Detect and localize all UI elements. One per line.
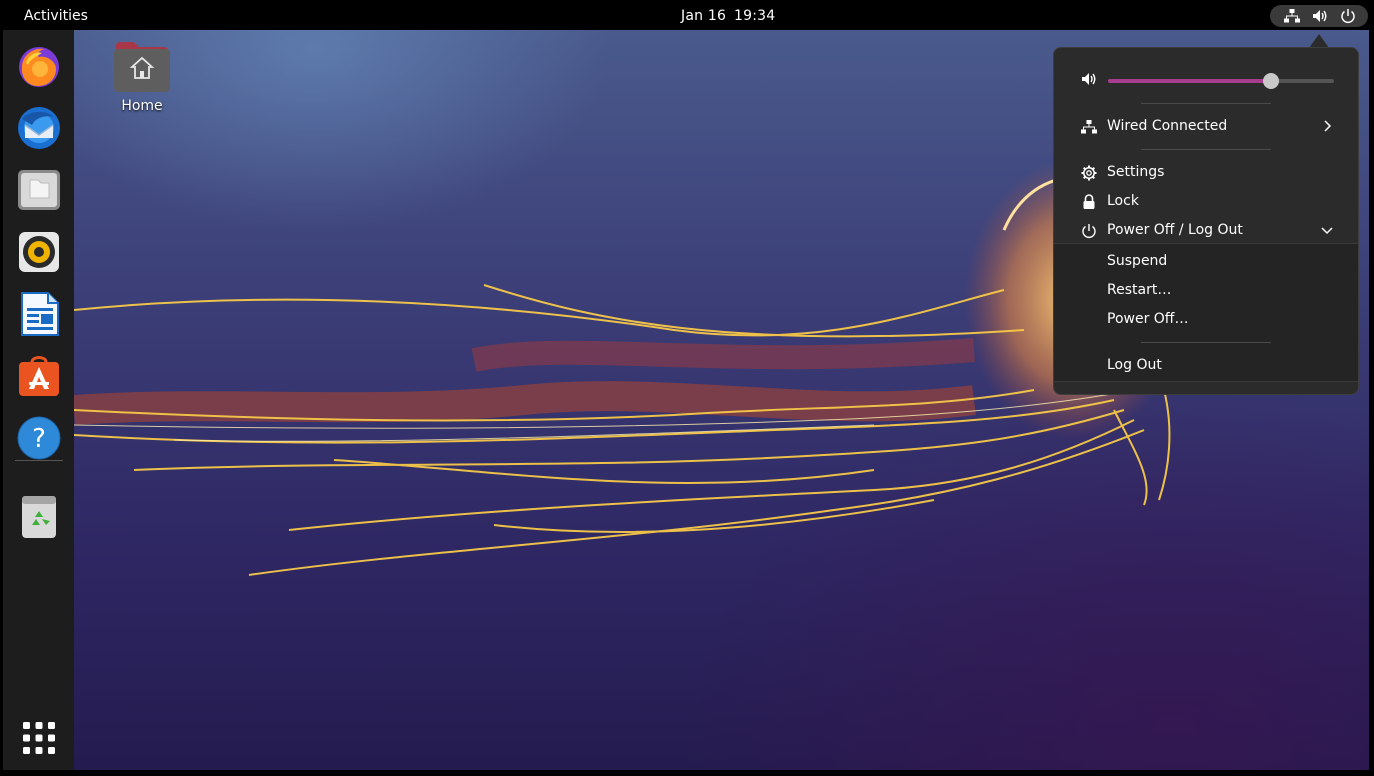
- volume-slider[interactable]: [1108, 73, 1334, 89]
- suspend-item[interactable]: Suspend: [1054, 248, 1358, 276]
- firefox-icon: [19, 47, 59, 87]
- restart-item[interactable]: Restart…: [1054, 277, 1358, 305]
- power-submenu: Suspend Restart… Power Off… Log Out: [1054, 243, 1358, 382]
- clock-date: Jan 16: [681, 8, 727, 24]
- svg-text:?: ?: [32, 424, 46, 454]
- thunderbird-icon: [18, 107, 60, 149]
- wired-connected-item[interactable]: Wired Connected: [1054, 113, 1358, 141]
- log-out-item[interactable]: Log Out: [1054, 352, 1358, 380]
- menu-separator: [1141, 103, 1271, 104]
- volume-icon: [1082, 73, 1096, 85]
- dock: ?: [3, 30, 74, 770]
- network-wired-icon: [1284, 9, 1300, 23]
- lock-label: Lock: [1107, 193, 1139, 209]
- menu-separator: [1141, 342, 1271, 343]
- rhythmbox-launcher[interactable]: [15, 228, 63, 276]
- power-icon: [1341, 9, 1355, 24]
- power-icon: [1082, 224, 1096, 238]
- system-tray[interactable]: [1270, 5, 1368, 27]
- menu-separator: [1141, 149, 1271, 150]
- files-launcher[interactable]: [15, 166, 63, 214]
- home-folder-icon: [114, 40, 170, 92]
- software-icon: [19, 356, 59, 396]
- volume-slider-handle[interactable]: [1262, 73, 1279, 89]
- gear-icon: [1081, 165, 1097, 181]
- power-off-item[interactable]: Power Off…: [1054, 306, 1358, 334]
- clock[interactable]: Jan 16 19:34: [681, 8, 775, 24]
- software-launcher[interactable]: [15, 352, 63, 400]
- thunderbird-launcher[interactable]: [15, 104, 63, 152]
- files-icon: [18, 170, 60, 210]
- menu-pointer: [1309, 34, 1329, 48]
- trash-launcher[interactable]: [15, 492, 63, 540]
- restart-label: Restart…: [1107, 282, 1172, 298]
- apps-grid-icon: [23, 722, 55, 754]
- volume-icon: [1313, 10, 1327, 22]
- power-off-log-out-label: Power Off / Log Out: [1107, 222, 1243, 238]
- screen: Home ? Activities Jan 16 19:34 Wired Con…: [3, 3, 1369, 770]
- home-folder-shortcut[interactable]: Home: [107, 40, 177, 114]
- firefox-launcher[interactable]: [15, 42, 63, 90]
- top-bar: Activities Jan 16 19:34: [3, 3, 1369, 30]
- help-launcher[interactable]: ?: [15, 414, 63, 462]
- activities-button[interactable]: Activities: [24, 8, 88, 24]
- show-applications-button[interactable]: [21, 720, 57, 756]
- writer-icon: [21, 292, 59, 336]
- power-off-log-out-item[interactable]: Power Off / Log Out: [1054, 217, 1358, 245]
- chevron-right-icon: [1324, 120, 1332, 132]
- settings-item[interactable]: Settings: [1054, 159, 1358, 187]
- settings-label: Settings: [1107, 164, 1165, 180]
- rhythmbox-icon: [19, 232, 59, 272]
- trash-icon: [22, 496, 56, 538]
- lock-item[interactable]: Lock: [1054, 188, 1358, 216]
- clock-time: 19:34: [734, 8, 776, 24]
- chevron-down-icon: [1321, 227, 1333, 235]
- power-off-label: Power Off…: [1107, 311, 1189, 327]
- help-icon: ?: [17, 416, 61, 460]
- writer-launcher[interactable]: [15, 290, 63, 338]
- dock-separator: [15, 460, 63, 461]
- suspend-label: Suspend: [1107, 253, 1168, 269]
- wired-connected-label: Wired Connected: [1107, 118, 1228, 134]
- volume-slider-fill: [1108, 79, 1271, 83]
- system-menu: Wired Connected Settings Lock Power Off …: [1053, 47, 1359, 395]
- lock-icon: [1083, 194, 1095, 209]
- network-wired-icon: [1081, 120, 1097, 134]
- log-out-label: Log Out: [1107, 357, 1162, 373]
- home-folder-label: Home: [121, 98, 163, 114]
